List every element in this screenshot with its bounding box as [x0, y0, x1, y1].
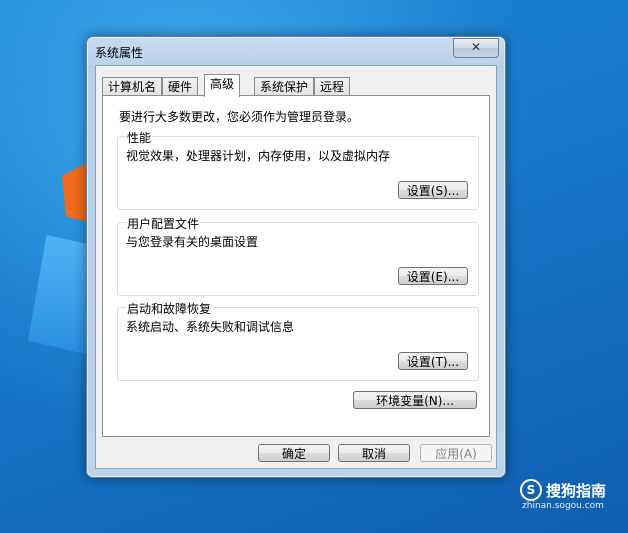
cancel-button[interactable]: 取消 — [338, 444, 410, 462]
sogou-logo-icon: S — [519, 479, 542, 501]
dialog-title: 系统属性 — [95, 46, 144, 60]
dialog-client-area: 计算机名 硬件 高级 系统保护 远程 要进行大多数更改，您必须作为管理员登录。 … — [95, 65, 497, 469]
performance-settings-button[interactable]: 设置(S)... — [398, 181, 468, 199]
tab-remote[interactable]: 远程 — [314, 77, 351, 96]
performance-description: 视觉效果，处理器计划，内存使用，以及虚拟内存 — [126, 149, 391, 163]
user-profiles-description: 与您登录有关的桌面设置 — [126, 235, 259, 249]
title-bar[interactable]: 系统属性 ✕ — [87, 37, 505, 63]
startup-recovery-settings-button[interactable]: 设置(T)... — [398, 352, 468, 370]
admin-note: 要进行大多数更改，您必须作为管理员登录。 — [119, 110, 360, 124]
tab-system-protection[interactable]: 系统保护 — [254, 77, 315, 96]
startup-recovery-group: 启动和故障恢复 系统启动、系统失败和调试信息 设置(T)... — [117, 300, 479, 381]
startup-recovery-title: 启动和故障恢复 — [126, 300, 213, 317]
watermark-url: zhinan.sogou.com — [522, 501, 604, 511]
environment-variables-button[interactable]: 环境变量(N)... — [353, 391, 477, 409]
performance-group: 性能 视觉效果，处理器计划，内存使用，以及虚拟内存 设置(S)... — [117, 129, 479, 210]
close-button[interactable]: ✕ — [453, 38, 499, 58]
windows-logo-blue-shape — [28, 235, 90, 355]
watermark-brand: 搜狗指南 — [545, 481, 606, 500]
sogou-watermark: S 搜狗指南 zhinan.sogou.com — [519, 479, 606, 511]
user-profiles-settings-button[interactable]: 设置(E)... — [398, 267, 468, 285]
tab-computer-name[interactable]: 计算机名 — [102, 77, 163, 96]
close-icon: ✕ — [470, 40, 482, 54]
advanced-tab-panel: 要进行大多数更改，您必须作为管理员登录。 性能 视觉效果，处理器计划，内存使用，… — [102, 95, 490, 437]
user-profiles-group: 用户配置文件 与您登录有关的桌面设置 设置(E)... — [117, 215, 479, 296]
tab-hardware[interactable]: 硬件 — [162, 77, 199, 96]
apply-button[interactable]: 应用(A) — [420, 444, 492, 462]
performance-title: 性能 — [126, 129, 153, 146]
tab-advanced[interactable]: 高级 — [204, 74, 241, 97]
ok-button[interactable]: 确定 — [258, 444, 330, 462]
startup-recovery-description: 系统启动、系统失败和调试信息 — [126, 320, 295, 334]
user-profiles-title: 用户配置文件 — [126, 215, 201, 232]
system-properties-dialog: 系统属性 ✕ 计算机名 硬件 高级 系统保护 远程 要进行大多数更改，您必须作为… — [86, 36, 506, 478]
